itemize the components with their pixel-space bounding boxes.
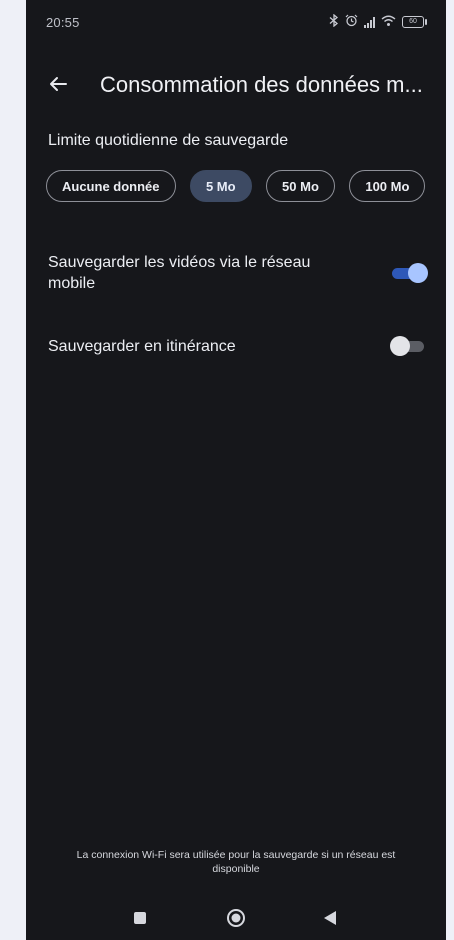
recent-apps-icon (134, 912, 146, 924)
arrow-left-icon (50, 77, 67, 91)
chip-100-mo[interactable]: 100 Mo (349, 170, 426, 202)
back-button[interactable] (40, 66, 76, 102)
back-nav-button[interactable] (318, 906, 342, 930)
daily-limit-label: Limite quotidienne de sauvegarde (48, 132, 289, 149)
status-icons: 60 (329, 13, 427, 30)
home-button[interactable] (224, 906, 248, 930)
setting-mobile-video-backup[interactable]: Sauvegarder les vidéos via le réseau mob… (48, 252, 428, 296)
roaming-backup-toggle[interactable] (390, 336, 426, 356)
chip-5-mo[interactable]: 5 Mo (189, 170, 252, 202)
chip-aucune-donnee[interactable]: Aucune donnée (46, 170, 176, 202)
battery-icon: 60 (402, 16, 427, 28)
setting-label: Sauvegarder les vidéos via le réseau mob… (48, 254, 311, 292)
signal-icon (364, 16, 375, 28)
wifi-icon (381, 15, 396, 30)
recent-apps-button[interactable] (128, 906, 152, 930)
alarm-icon (345, 14, 358, 30)
toggle-thumb (408, 263, 428, 283)
setting-roaming-backup[interactable]: Sauvegarder en itinérance (48, 336, 426, 360)
mobile-video-backup-toggle[interactable] (392, 263, 428, 283)
system-nav-bar (26, 896, 446, 940)
back-triangle-icon (324, 911, 336, 925)
top-app-bar: Consommation des données m... (26, 56, 446, 112)
status-bar: 20:55 60 (26, 0, 446, 48)
wifi-footer-note: La connexion Wi-Fi sera utilisée pour la… (76, 849, 396, 875)
status-time: 20:55 (46, 15, 80, 30)
daily-limit-chips: Aucune donnée 5 Mo 50 Mo 100 Mo (46, 170, 446, 208)
page: 20:55 60 Consommation des données m... L… (0, 0, 454, 940)
bluetooth-icon (329, 13, 339, 30)
toggle-thumb (390, 336, 410, 356)
home-icon (227, 909, 245, 927)
page-title: Consommation des données m... (100, 72, 423, 97)
phone-screen: 20:55 60 Consommation des données m... L… (26, 0, 446, 940)
chip-50-mo[interactable]: 50 Mo (266, 170, 335, 202)
setting-label: Sauvegarder en itinérance (48, 338, 236, 355)
